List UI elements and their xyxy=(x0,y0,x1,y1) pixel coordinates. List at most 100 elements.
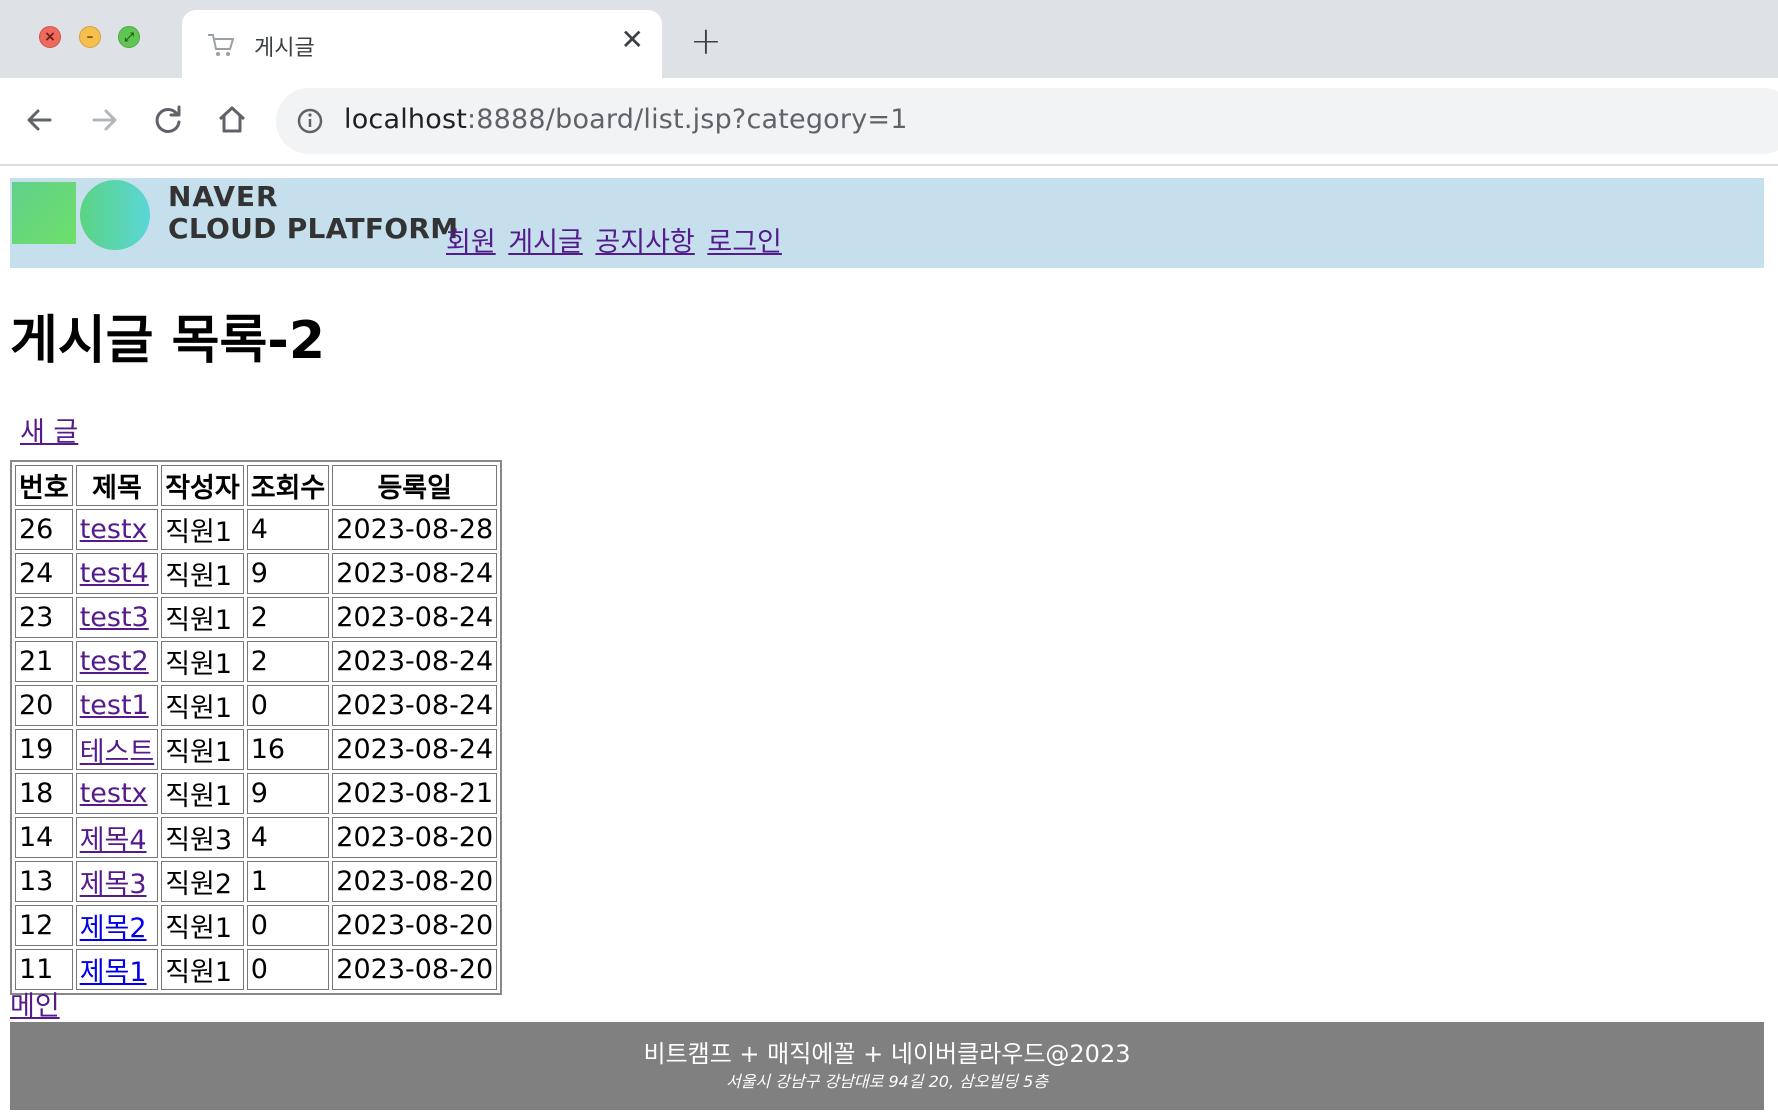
table-row: 24 test4 직원1 9 2023-08-24 xyxy=(15,553,498,594)
site-header: NAVER CLOUD PLATFORM 회원 게시글 공지사항 로그인 xyxy=(10,178,1764,268)
cell-no: 12 xyxy=(15,905,73,946)
header-no: 번호 xyxy=(15,465,73,506)
url-host: localhost xyxy=(344,104,467,135)
forward-arrow-icon xyxy=(92,109,117,131)
cell-title: 제목4 xyxy=(75,817,159,858)
cell-views: 0 xyxy=(246,949,330,990)
table-row: 13 제목3 직원2 1 2023-08-20 xyxy=(15,861,498,902)
header-views: 조회수 xyxy=(246,465,330,506)
cell-title: testx xyxy=(75,509,159,550)
home-button[interactable] xyxy=(212,100,252,140)
menu-notice-link[interactable]: 공지사항 xyxy=(595,227,694,258)
fullscreen-icon: ⤢ xyxy=(124,30,134,44)
cell-date: 2023-08-24 xyxy=(332,685,498,726)
post-title-link[interactable]: 제목2 xyxy=(80,913,147,944)
menu-login-link[interactable]: 로그인 xyxy=(707,227,782,258)
board-table: 번호 제목 작성자 조회수 등록일 26 testx 직원1 4 2023-08-28 2… xyxy=(10,460,503,995)
cell-title: test4 xyxy=(75,553,159,594)
post-title-link[interactable]: 제목3 xyxy=(80,869,147,900)
cell-no: 18 xyxy=(15,773,73,814)
cell-title: 제목1 xyxy=(75,949,159,990)
logo-text-naver: NAVER xyxy=(168,180,279,213)
post-title-link[interactable]: test3 xyxy=(80,602,149,633)
cell-views: 1 xyxy=(246,861,330,902)
table-header-row: 번호 제목 작성자 조회수 등록일 xyxy=(15,465,498,506)
cell-date: 2023-08-20 xyxy=(332,817,498,858)
menu-member-link[interactable]: 회원 xyxy=(446,227,496,258)
cell-writer: 직원1 xyxy=(161,553,244,594)
cell-views: 9 xyxy=(246,553,330,594)
cell-views: 4 xyxy=(246,817,330,858)
table-row: 20 test1 직원1 0 2023-08-24 xyxy=(15,685,498,726)
cell-date: 2023-08-24 xyxy=(332,641,498,682)
cell-no: 23 xyxy=(15,597,73,638)
close-icon: × xyxy=(44,29,56,45)
new-post-link[interactable]: 새 글 xyxy=(20,410,78,449)
logo-text-platform: CLOUD PLATFORM xyxy=(168,212,459,245)
minimize-window-button[interactable]: – xyxy=(79,26,101,48)
fullscreen-window-button[interactable]: ⤢ xyxy=(118,26,140,48)
cell-no: 13 xyxy=(15,861,73,902)
cell-views: 4 xyxy=(246,509,330,550)
table-row: 12 제목2 직원1 0 2023-08-20 xyxy=(15,905,498,946)
tab-close-icon[interactable]: ✕ xyxy=(621,26,644,54)
cell-writer: 직원1 xyxy=(161,685,244,726)
cell-date: 2023-08-20 xyxy=(332,905,498,946)
page-content: NAVER CLOUD PLATFORM 회원 게시글 공지사항 로그인 게시글… xyxy=(0,166,1778,1120)
page-title: 게시글 목록-2 xyxy=(10,311,326,371)
main-link[interactable]: 메인 xyxy=(10,984,60,1023)
url-text[interactable]: localhost:8888/board/list.jsp?category=1 xyxy=(344,104,908,135)
footer-copyright: 비트캠프 + 매직에꼴 + 네이버클라우드@2023 xyxy=(643,1040,1131,1068)
new-tab-button[interactable]: + xyxy=(690,22,722,60)
cell-no: 21 xyxy=(15,641,73,682)
cell-writer: 직원2 xyxy=(161,861,244,902)
post-title-link[interactable]: testx xyxy=(80,778,148,809)
header-date: 등록일 xyxy=(332,465,498,506)
cell-writer: 직원3 xyxy=(161,817,244,858)
post-title-link[interactable]: testx xyxy=(80,514,148,545)
cell-views: 0 xyxy=(246,685,330,726)
info-icon[interactable] xyxy=(296,107,324,135)
cell-writer: 직원1 xyxy=(161,773,244,814)
cell-date: 2023-08-24 xyxy=(332,553,498,594)
cell-views: 0 xyxy=(246,905,330,946)
tab-title: 게시글 xyxy=(254,36,315,61)
browser-tab[interactable]: 게시글 ✕ xyxy=(182,10,662,78)
cell-views: 2 xyxy=(246,597,330,638)
post-title-link[interactable]: test4 xyxy=(80,558,149,589)
cell-writer: 직원1 xyxy=(161,597,244,638)
post-title-link[interactable]: test2 xyxy=(80,646,149,677)
forward-button[interactable] xyxy=(84,100,124,140)
cell-no: 19 xyxy=(15,729,73,770)
post-title-link[interactable]: 제목1 xyxy=(80,957,147,988)
reload-icon xyxy=(155,105,181,133)
logo-circle xyxy=(80,180,150,250)
post-title-link[interactable]: 테스트 xyxy=(80,737,155,768)
back-button[interactable] xyxy=(20,100,60,140)
table-row: 21 test2 직원1 2 2023-08-24 xyxy=(15,641,498,682)
header-writer: 작성자 xyxy=(161,465,244,506)
reload-button[interactable] xyxy=(148,100,188,140)
cell-title: test1 xyxy=(75,685,159,726)
cell-writer: 직원1 xyxy=(161,729,244,770)
table-row: 18 testx 직원1 9 2023-08-21 xyxy=(15,773,498,814)
post-title-link[interactable]: 제목4 xyxy=(80,825,147,856)
cell-views: 16 xyxy=(246,729,330,770)
cell-title: 제목2 xyxy=(75,905,159,946)
cell-date: 2023-08-20 xyxy=(332,861,498,902)
cell-title: testx xyxy=(75,773,159,814)
post-title-link[interactable]: test1 xyxy=(80,690,149,721)
address-bar[interactable]: localhost:8888/board/list.jsp?category=1 xyxy=(276,88,1778,154)
cell-date: 2023-08-24 xyxy=(332,597,498,638)
menu-board-link[interactable]: 게시글 xyxy=(508,227,583,258)
cell-date: 2023-08-24 xyxy=(332,729,498,770)
close-window-button[interactable]: × xyxy=(39,26,61,48)
cart-icon xyxy=(208,34,235,56)
table-row: 11 제목1 직원1 0 2023-08-20 xyxy=(15,949,498,990)
cell-writer: 직원1 xyxy=(161,949,244,990)
url-path: :8888/board/list.jsp?category=1 xyxy=(467,104,908,135)
browser-tab-bar: × – ⤢ 게시글 ✕ + xyxy=(0,0,1778,78)
cell-no: 20 xyxy=(15,685,73,726)
cell-views: 9 xyxy=(246,773,330,814)
table-row: 26 testx 직원1 4 2023-08-28 xyxy=(15,509,498,550)
